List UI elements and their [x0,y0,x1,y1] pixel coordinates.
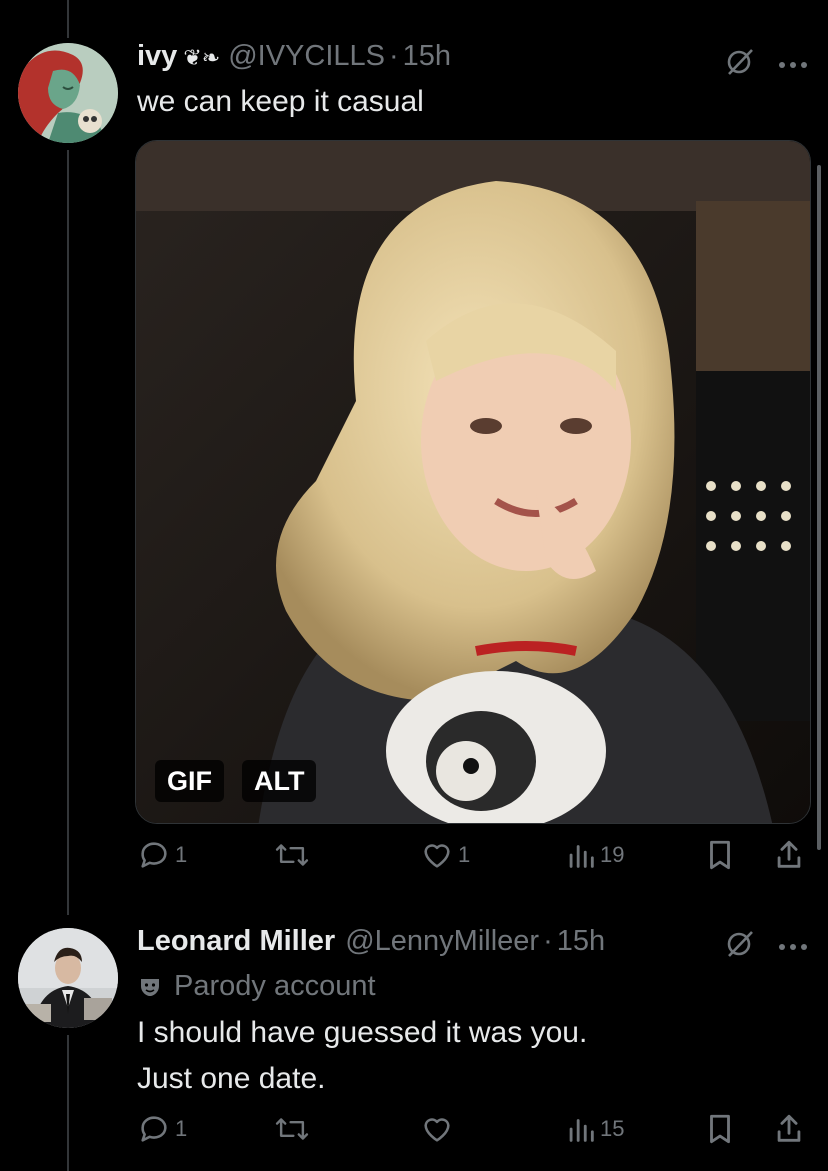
like-icon [424,1118,450,1142]
alt-badge[interactable]: ALT [242,760,317,802]
share-button[interactable] [774,838,804,872]
parody-label: Parody account [138,970,376,1003]
like-button[interactable]: 1 [420,838,470,872]
repost-icon [275,1118,309,1140]
reply-button[interactable]: 1 [137,838,187,872]
views-icon [569,1119,594,1142]
author-handle[interactable]: @LennyMilleer [345,925,539,958]
tweet-media-gif[interactable] [135,140,811,824]
reply-icon [141,1116,167,1142]
gif-image [136,141,810,823]
avatar-ivy[interactable] [18,43,118,143]
timestamp[interactable]: 15h [557,925,605,958]
repost-icon [275,844,309,866]
grok-icon[interactable] [725,928,755,963]
timestamp[interactable]: 15h [403,40,451,73]
thread-line-middle [67,150,69,915]
bookmark-icon [710,840,730,870]
tweet-header: ivy ❦❧ @IVYCILLS · 15h [137,40,451,73]
repost-button[interactable] [273,1112,311,1146]
bookmark-button[interactable] [705,838,735,872]
author-handle[interactable]: @IVYCILLS [228,40,385,73]
separator-dot: · [388,40,399,72]
bookmark-icon [710,1114,730,1144]
name-emoji: ❦❧ [183,45,221,70]
views-icon [569,845,594,868]
tweet-actions: 1 1 19 [0,838,828,878]
share-icon [777,1114,801,1142]
avatar-leonard[interactable] [18,928,118,1028]
reply-count: 1 [175,842,188,867]
tweet-text-line2: Just one date. [137,1062,326,1095]
author-name[interactable]: ivy [137,40,177,73]
scrollbar[interactable] [817,165,821,850]
tweet-actions: 1 15 [0,1112,828,1152]
tweet-text-line1: I should have guessed it was you. [137,1016,588,1049]
grok-icon[interactable] [725,46,755,81]
more-icon[interactable] [778,938,808,956]
more-icon[interactable] [778,56,808,74]
parody-mask-icon [141,978,159,996]
separator-dot: · [543,925,553,957]
like-icon [424,844,450,868]
thread-line-top [67,0,69,38]
reply-icon [141,842,167,868]
gif-badge: GIF [155,760,224,802]
share-icon [777,840,801,868]
views-count: 15 [600,1116,625,1141]
parody-text: Parody account [174,970,376,1002]
bookmark-button[interactable] [705,1112,735,1146]
views-button[interactable]: 15 [566,1112,624,1146]
reply-button[interactable]: 1 [137,1112,187,1146]
repost-button[interactable] [273,838,311,872]
reply-count: 1 [175,1116,188,1141]
views-button[interactable]: 19 [566,838,624,872]
author-name[interactable]: Leonard Miller [137,925,335,958]
like-button[interactable] [420,1112,454,1146]
tweet-text: we can keep it casual [137,85,424,118]
views-count: 19 [600,842,625,867]
like-count: 1 [458,842,471,867]
tweet-header: Leonard Miller @LennyMilleer · 15h [137,925,605,958]
share-button[interactable] [774,1112,804,1146]
